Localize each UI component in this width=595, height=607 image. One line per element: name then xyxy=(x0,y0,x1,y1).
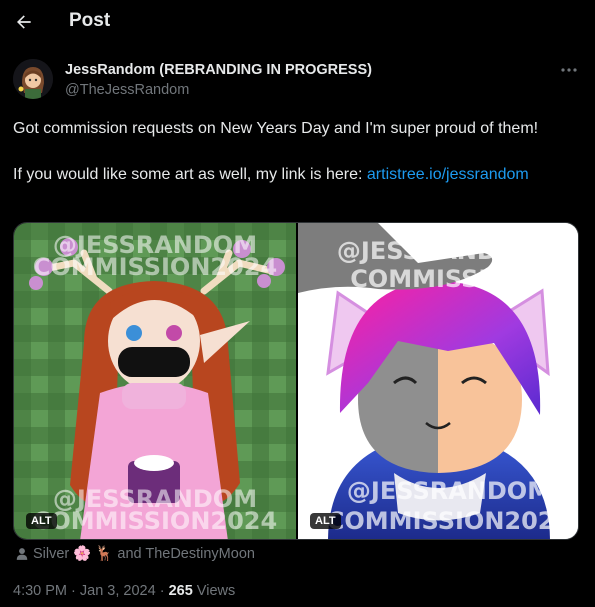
back-button[interactable] xyxy=(8,6,40,38)
author-handle[interactable]: @TheJessRandom xyxy=(65,82,189,98)
svg-text:@JESSRANDOM: @JESSRANDOM xyxy=(337,237,541,265)
tagged-user-name: Silver xyxy=(33,545,70,562)
ellipsis-icon xyxy=(561,68,577,72)
views-label: Views xyxy=(192,583,236,599)
post-time[interactable]: 4:30 PM xyxy=(13,583,67,599)
post-text-line1: Got commission requests on New Years Day… xyxy=(13,120,539,137)
page-title: Post xyxy=(69,10,111,31)
tagged-users[interactable]: Silver 🌸 🦌 and TheDestinyMoon xyxy=(15,545,255,562)
alt-badge[interactable]: ALT xyxy=(310,513,341,529)
deer-emoji: 🦌 xyxy=(95,546,114,562)
post-text: Got commission requests on New Years Day… xyxy=(13,117,583,186)
views-count: 265 xyxy=(168,583,193,599)
author-name[interactable]: JessRandom (REBRANDING IN PROGRESS) xyxy=(65,62,372,78)
avatar[interactable] xyxy=(13,59,53,99)
post-text-line2: If you would like some art as well, my l… xyxy=(13,166,529,183)
media-grid: @JESSRANDOM COMMISSION2024 @JESSRANDOM C… xyxy=(13,222,579,540)
more-options-button[interactable] xyxy=(556,60,582,80)
arrow-left-icon xyxy=(17,15,31,29)
svg-text:COMMISSION2024: COMMISSION2024 xyxy=(327,507,571,535)
commission-image-2[interactable]: @JESSRANDOM COMMISSION @JESSRANDOM COMMI… xyxy=(298,223,578,539)
svg-text:COMMISSION2024: COMMISSION2024 xyxy=(33,253,277,281)
tagged-rest: and TheDestinyMoon xyxy=(117,545,255,562)
top-bar: Post xyxy=(0,0,595,44)
flower-emoji: 🌸 xyxy=(73,546,92,562)
svg-text:@JESSRANDOM: @JESSRANDOM xyxy=(347,477,551,505)
post-meta: 4:30 PM · Jan 3, 2024 · 265 Views xyxy=(13,583,236,599)
svg-text:COMMISSION: COMMISSION xyxy=(350,265,528,293)
svg-text:COMMISSION2024: COMMISSION2024 xyxy=(33,507,277,535)
person-icon xyxy=(16,547,28,560)
post-date[interactable]: Jan 3, 2024 xyxy=(80,583,156,599)
alt-badge[interactable]: ALT xyxy=(26,513,57,529)
commission-image-1[interactable]: @JESSRANDOM COMMISSION2024 @JESSRANDOM C… xyxy=(14,223,296,539)
commission-link[interactable]: artistree.io/jessrandom xyxy=(367,166,529,183)
